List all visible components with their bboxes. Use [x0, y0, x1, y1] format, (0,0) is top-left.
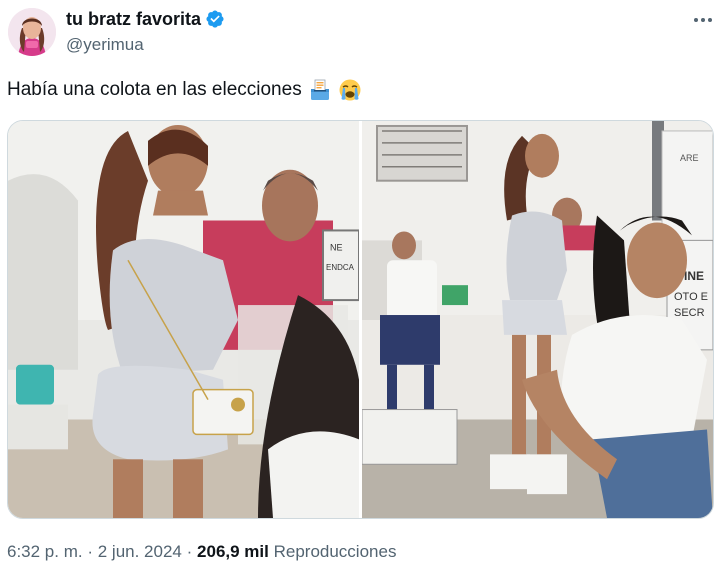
tweet-meta: 6:32 p. m. · 2 jun. 2024 · 206,9 mil Rep… [7, 541, 396, 563]
meta-separator: · [87, 542, 94, 561]
more-dot [708, 18, 712, 22]
photo-right[interactable]: INE OTO E SECR ARE [362, 121, 713, 518]
more-dot [694, 18, 698, 22]
avatar[interactable] [8, 8, 56, 56]
verified-badge-icon[interactable] [205, 9, 225, 29]
tweet-text-content: Había una colota en las elecciones [7, 79, 302, 100]
more-dots-icon[interactable] [686, 6, 720, 34]
photo-left-image: NE ENDCA [8, 121, 359, 518]
views-label: Reproducciones [273, 542, 397, 561]
sign-text-ine: INE [684, 269, 704, 283]
tweet-time[interactable]: 6:32 p. m. [7, 542, 83, 561]
sign-text-are: ARE [680, 153, 699, 163]
photo-right-image: INE OTO E SECR ARE [362, 121, 713, 518]
more-dot [701, 18, 705, 22]
avatar-image [8, 8, 56, 56]
sign-text-oto: OTO E [674, 291, 708, 303]
media-grid: NE ENDCA INE OTO E SECR ARE [7, 120, 714, 519]
views-count: 206,9 mil [197, 542, 269, 561]
handle[interactable]: @yerimua [66, 34, 144, 56]
sign-text-1: NE [330, 242, 343, 252]
ballot-box-icon [308, 78, 332, 102]
sign-text-2: ENDCA [326, 263, 355, 272]
sign-text-secr: SECR [674, 307, 705, 319]
display-name-text[interactable]: tu bratz favorita [66, 8, 201, 30]
tweet-card: tu bratz favorita @yerimua Había una col… [0, 0, 727, 572]
tweet-text: Había una colota en las elecciones [7, 77, 362, 103]
loudly-crying-face-icon [338, 78, 362, 102]
photo-left[interactable]: NE ENDCA [8, 121, 359, 518]
tweet-date[interactable]: 2 jun. 2024 [98, 542, 182, 561]
display-name[interactable]: tu bratz favorita [66, 8, 225, 30]
meta-separator: · [186, 542, 193, 561]
